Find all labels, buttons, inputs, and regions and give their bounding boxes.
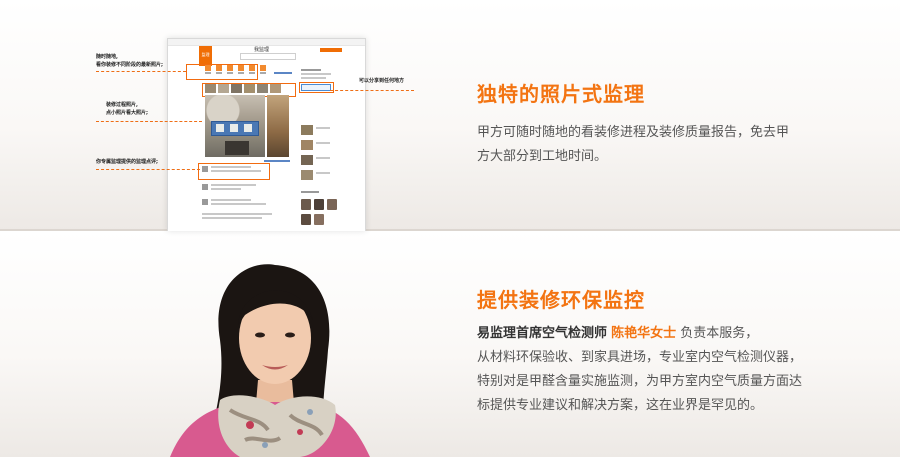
annotation-text: 装修过程照片, bbox=[106, 102, 138, 108]
mockup-side-thumbnail bbox=[301, 155, 313, 165]
website-mockup: 监理 我监理 bbox=[167, 38, 366, 231]
mockup-supervisor-avatar bbox=[301, 214, 311, 225]
mockup-supervisor-avatar bbox=[327, 199, 337, 210]
feature-description-photo-supervision: 甲方可随时随地的看装修进程及装修质量报告，免去甲 方大部分到工地时间。 bbox=[477, 121, 789, 169]
description-line: 特别对是甲醛含量实施监测，为甲方室内空气质量方面达 bbox=[477, 374, 803, 389]
feature-description-environment-monitoring: 易监理首席空气检测师 陈艳华女士 负责本服务， 从材料环保验收、到家具进场，专业… bbox=[477, 322, 802, 418]
mockup-supervisor-avatar bbox=[314, 214, 324, 225]
mockup-side-line bbox=[316, 157, 330, 159]
mockup-side-title bbox=[301, 69, 321, 71]
mockup-side-line bbox=[316, 142, 330, 144]
mockup-supervisor-avatar bbox=[301, 199, 311, 210]
mockup-comment-avatar bbox=[202, 184, 208, 190]
mockup-side-line bbox=[316, 172, 330, 174]
mockup-logo-text: 监理 bbox=[201, 52, 210, 57]
annotation-text: 可以分享到任何地方 bbox=[359, 78, 405, 84]
inspector-name: 陈艳华女士 bbox=[611, 326, 677, 341]
inspector-title: 易监理首席空气检测师 bbox=[477, 326, 608, 341]
mockup-stage-tab bbox=[258, 65, 267, 76]
mockup-comment-line bbox=[202, 217, 262, 219]
feature-heading-environment-monitoring: 提供装修环保监控 bbox=[477, 288, 645, 312]
mockup-logo: 监理 bbox=[199, 46, 212, 66]
description-line: 方大部分到工地时间。 bbox=[477, 149, 608, 164]
feature-heading-photo-supervision: 独特的照片式监理 bbox=[477, 82, 645, 106]
description-text: 负责本服务， bbox=[676, 326, 759, 341]
mockup-site-title: 我监理 bbox=[254, 47, 270, 53]
mockup-more-link bbox=[274, 72, 292, 74]
annotation-share: 可以分享到任何地方 bbox=[359, 77, 404, 85]
mockup-side-title bbox=[301, 191, 319, 193]
mockup-comment-avatar bbox=[202, 199, 208, 205]
annotation-pointer bbox=[96, 71, 186, 72]
description-line: 易监理首席空气检测师 陈艳华女士 负责本服务， bbox=[477, 322, 802, 346]
mockup-search-box bbox=[240, 53, 296, 60]
description-line: 从材料环保验收、到家具进场，专业室内空气检测仪器， bbox=[477, 350, 803, 365]
mockup-side-line bbox=[316, 127, 330, 129]
description-line: 标提供专业建议和解决方案，这在业界是罕见的。 bbox=[477, 398, 764, 413]
mockup-comment-line bbox=[211, 203, 266, 205]
mockup-main-photo bbox=[205, 95, 265, 157]
annotation-pointer bbox=[96, 121, 202, 122]
mockup-side-thumbnail bbox=[301, 170, 313, 180]
annotation-pointer bbox=[96, 169, 200, 170]
mockup-comment-line bbox=[211, 170, 261, 172]
mockup-comment-line bbox=[211, 166, 251, 168]
mockup-side-thumbnail bbox=[301, 125, 313, 135]
mockup-comment-line bbox=[211, 184, 256, 186]
mockup-comment-avatar bbox=[202, 166, 208, 172]
mockup-link-line bbox=[264, 160, 290, 162]
air-inspector-portrait bbox=[170, 264, 370, 457]
annotation-text: 看你装修不同阶段的最新照片; bbox=[96, 62, 164, 68]
mockup-side-photo bbox=[267, 95, 289, 157]
annotation-pointer bbox=[330, 90, 414, 91]
mockup-comment-line bbox=[211, 199, 251, 201]
mockup-comment-line bbox=[211, 188, 241, 190]
mockup-supervisor-avatar bbox=[314, 199, 324, 210]
annotation-text: 你专属监理提供的监理点评; bbox=[96, 159, 159, 165]
mockup-brand-mark bbox=[320, 48, 342, 52]
annotation-text: 点小照片看大照片; bbox=[106, 110, 149, 116]
mockup-highlight-share bbox=[299, 82, 334, 93]
mockup-side-line bbox=[301, 77, 326, 79]
mockup-top-bar bbox=[168, 39, 365, 46]
annotation-latest-photos: 随时随地, 看你装修不同阶段的最新照片; bbox=[96, 53, 163, 69]
annotation-process-photos: 装修过程照片, 点小照片看大照片; bbox=[106, 101, 148, 117]
annotation-text: 随时随地, bbox=[96, 54, 118, 60]
mockup-comment-line bbox=[202, 213, 272, 215]
mockup-highlight-tabs bbox=[186, 64, 258, 80]
mockup-side-thumbnail bbox=[301, 140, 313, 150]
mockup-side-line bbox=[301, 73, 331, 75]
annotation-review: 你专属监理提供的监理点评; bbox=[96, 158, 158, 166]
description-line: 甲方可随时随地的看装修进程及装修质量报告，免去甲 bbox=[477, 125, 790, 140]
